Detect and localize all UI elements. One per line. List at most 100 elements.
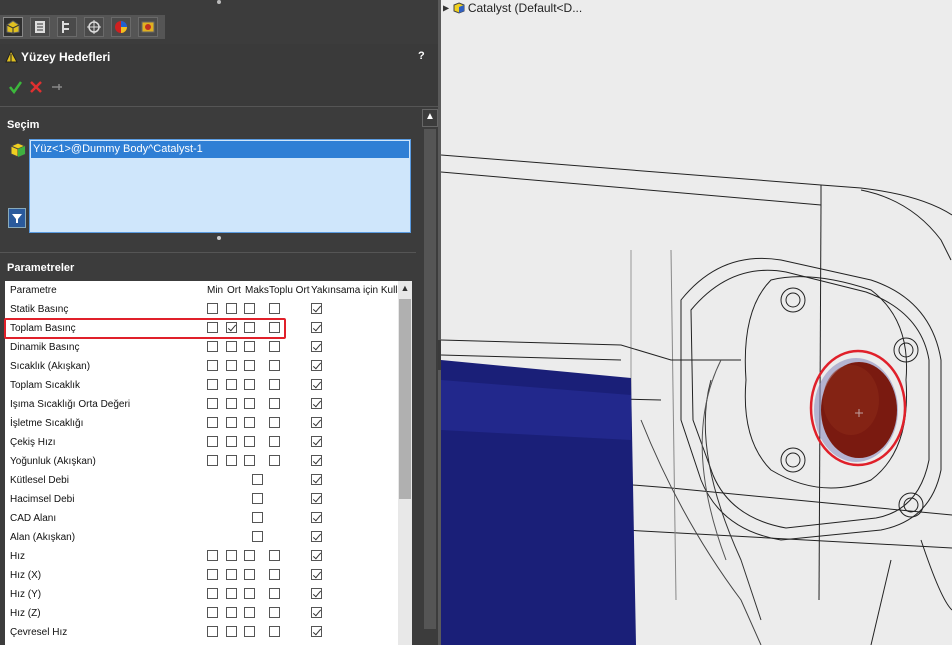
- checkbox-max[interactable]: [244, 436, 255, 447]
- checkbox-max[interactable]: [244, 455, 255, 466]
- checkbox-max[interactable]: [244, 341, 255, 352]
- selection-section-header[interactable]: Seçim: [0, 113, 416, 135]
- checkbox-max[interactable]: [252, 493, 263, 504]
- checkbox-avg[interactable]: [226, 588, 237, 599]
- checkbox-conv[interactable]: [311, 531, 322, 542]
- checkbox-avg[interactable]: [226, 436, 237, 447]
- configuration-manager-tab[interactable]: [57, 17, 77, 37]
- pin-icon[interactable]: [51, 82, 63, 92]
- checkbox-bulk[interactable]: [269, 341, 280, 352]
- checkbox-avg[interactable]: [226, 417, 237, 428]
- checkbox-min[interactable]: [207, 379, 218, 390]
- table-scroll-thumb[interactable]: [399, 299, 411, 499]
- checkbox-max[interactable]: [244, 607, 255, 618]
- checkbox-min[interactable]: [207, 626, 218, 637]
- selection-filter-button[interactable]: [8, 208, 26, 228]
- property-manager-tab[interactable]: [30, 17, 50, 37]
- panel-scrollbar[interactable]: ▲: [422, 107, 438, 645]
- table-scroll-up-icon[interactable]: ▲: [398, 281, 412, 295]
- checkbox-max[interactable]: [252, 512, 263, 523]
- checkbox-bulk[interactable]: [269, 550, 280, 561]
- feature-manager-tab[interactable]: [3, 17, 23, 37]
- ok-check-icon[interactable]: [8, 80, 22, 94]
- checkbox-min[interactable]: [207, 398, 218, 409]
- checkbox-conv[interactable]: [311, 398, 322, 409]
- checkbox-bulk[interactable]: [269, 360, 280, 371]
- checkbox-avg[interactable]: [226, 607, 237, 618]
- graphics-viewport[interactable]: ▶ Catalyst (Default<D...: [441, 0, 952, 645]
- checkbox-conv[interactable]: [311, 322, 322, 333]
- checkbox-max[interactable]: [244, 588, 255, 599]
- checkbox-conv[interactable]: [311, 493, 322, 504]
- checkbox-conv[interactable]: [311, 303, 322, 314]
- checkbox-max[interactable]: [244, 569, 255, 580]
- checkbox-conv[interactable]: [311, 569, 322, 580]
- checkbox-max[interactable]: [244, 626, 255, 637]
- table-scrollbar[interactable]: ▲: [398, 281, 412, 645]
- panel-scroll-thumb[interactable]: [424, 129, 436, 629]
- checkbox-conv[interactable]: [311, 360, 322, 371]
- flow-analysis-tab[interactable]: [138, 17, 158, 37]
- checkbox-bulk[interactable]: [269, 436, 280, 447]
- checkbox-min[interactable]: [207, 436, 218, 447]
- checkbox-conv[interactable]: [311, 588, 322, 599]
- checkbox-avg[interactable]: [226, 550, 237, 561]
- checkbox-bulk[interactable]: [269, 398, 280, 409]
- checkbox-bulk[interactable]: [269, 588, 280, 599]
- checkbox-max[interactable]: [244, 550, 255, 561]
- checkbox-conv[interactable]: [311, 341, 322, 352]
- checkbox-bulk[interactable]: [269, 626, 280, 637]
- checkbox-conv[interactable]: [311, 550, 322, 561]
- checkbox-avg[interactable]: [226, 626, 237, 637]
- checkbox-max[interactable]: [244, 379, 255, 390]
- checkbox-conv[interactable]: [311, 607, 322, 618]
- checkbox-conv[interactable]: [311, 474, 322, 485]
- checkbox-max[interactable]: [244, 398, 255, 409]
- checkbox-avg[interactable]: [226, 398, 237, 409]
- help-icon[interactable]: ?: [418, 50, 425, 62]
- checkbox-bulk[interactable]: [269, 607, 280, 618]
- display-manager-tab[interactable]: [111, 17, 131, 37]
- checkbox-avg[interactable]: [226, 341, 237, 352]
- manager-tab-bar: [0, 15, 165, 39]
- checkbox-min[interactable]: [207, 360, 218, 371]
- checkbox-avg[interactable]: [226, 303, 237, 314]
- checkbox-bulk[interactable]: [269, 455, 280, 466]
- checkbox-bulk[interactable]: [269, 569, 280, 580]
- checkbox-min[interactable]: [207, 569, 218, 580]
- parameters-section-header[interactable]: Parametreler: [0, 252, 416, 279]
- checkbox-avg[interactable]: [226, 455, 237, 466]
- checkbox-bulk[interactable]: [269, 303, 280, 314]
- checkbox-min[interactable]: [207, 455, 218, 466]
- panel-resize-grip[interactable]: [217, 0, 221, 4]
- checkbox-avg[interactable]: [226, 379, 237, 390]
- checkbox-conv[interactable]: [311, 379, 322, 390]
- checkbox-min[interactable]: [207, 417, 218, 428]
- cancel-x-icon[interactable]: [29, 80, 43, 94]
- checkbox-min[interactable]: [207, 341, 218, 352]
- checkbox-max[interactable]: [244, 303, 255, 314]
- checkbox-min[interactable]: [207, 303, 218, 314]
- checkbox-conv[interactable]: [311, 417, 322, 428]
- checkbox-conv[interactable]: [311, 455, 322, 466]
- checkbox-min[interactable]: [207, 550, 218, 561]
- checkbox-min[interactable]: [207, 607, 218, 618]
- panel-scroll-up-icon[interactable]: ▲: [422, 109, 438, 127]
- dimxpert-tab[interactable]: [84, 17, 104, 37]
- checkbox-bulk[interactable]: [269, 417, 280, 428]
- checkbox-avg[interactable]: [226, 360, 237, 371]
- selection-list-item[interactable]: Yüz<1>@Dummy Body^Catalyst-1: [31, 141, 409, 158]
- checkbox-max[interactable]: [252, 531, 263, 542]
- checkbox-max[interactable]: [252, 474, 263, 485]
- table-row: Kütlesel Debi: [5, 471, 412, 490]
- checkbox-bulk[interactable]: [269, 379, 280, 390]
- checkbox-max[interactable]: [244, 417, 255, 428]
- checkbox-conv[interactable]: [311, 626, 322, 637]
- checkbox-avg[interactable]: [226, 569, 237, 580]
- checkbox-conv[interactable]: [311, 436, 322, 447]
- checkbox-min[interactable]: [207, 588, 218, 599]
- section-resize-grip[interactable]: [217, 236, 221, 240]
- checkbox-max[interactable]: [244, 360, 255, 371]
- selection-list[interactable]: Yüz<1>@Dummy Body^Catalyst-1: [29, 139, 411, 233]
- checkbox-conv[interactable]: [311, 512, 322, 523]
